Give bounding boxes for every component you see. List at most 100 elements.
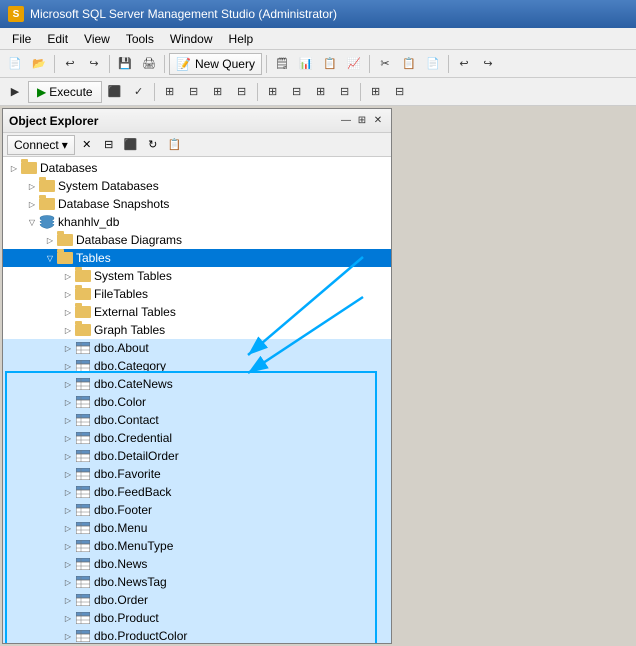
menu-window[interactable]: Window [162,30,221,48]
tb2[interactable]: ⊟ [183,81,205,103]
btn-g[interactable]: 📄 [422,53,444,75]
tree-item-tables[interactable]: ▽Tables [3,249,391,267]
tree-item-dbo-color[interactable]: ▷ dbo.Color [3,393,391,411]
tree-item-dbo-feedback[interactable]: ▷ dbo.FeedBack [3,483,391,501]
btn-b[interactable]: 📊 [295,53,317,75]
btn-h[interactable]: ↩ [453,53,475,75]
open-btn[interactable]: 📂 [28,53,50,75]
tb4[interactable]: ⊟ [231,81,253,103]
tree-item-dbo-order[interactable]: ▷ dbo.Order [3,591,391,609]
tree-item-system-databases[interactable]: ▷System Databases [3,177,391,195]
redo-btn[interactable]: ↪ [83,53,105,75]
tree-item-dbo-newstag[interactable]: ▷ dbo.NewsTag [3,573,391,591]
execute-button[interactable]: ▶ Execute [28,81,102,103]
tree-item-khanhlv-db[interactable]: ▽ khanhlv_db [3,213,391,231]
tb5[interactable]: ⊞ [262,81,284,103]
tb1[interactable]: ⊞ [159,81,181,103]
tree-item-dbo-product[interactable]: ▷ dbo.Product [3,609,391,627]
tree-toggle-dbo-favorite[interactable]: ▷ [61,467,75,481]
debug-btn[interactable]: ▶ [4,81,26,103]
tree-item-dbo-news[interactable]: ▷ dbo.News [3,555,391,573]
tree-item-dbo-menu[interactable]: ▷ dbo.Menu [3,519,391,537]
tree-toggle-dbo-catenews[interactable]: ▷ [61,377,75,391]
tree-item-dbo-footer[interactable]: ▷ dbo.Footer [3,501,391,519]
parse-btn[interactable]: ✓ [128,81,150,103]
tree-toggle-dbo-feedback[interactable]: ▷ [61,485,75,499]
tree-item-databases[interactable]: ▷Databases [3,159,391,177]
tree-item-db-diagrams[interactable]: ▷Database Diagrams [3,231,391,249]
filter-btn[interactable]: ⊟ [99,135,119,155]
tree-item-dbo-contact[interactable]: ▷ dbo.Contact [3,411,391,429]
summary-btn[interactable]: 📋 [165,135,185,155]
tree-item-dbo-category[interactable]: ▷ dbo.Category [3,357,391,375]
tree-toggle-system-tables[interactable]: ▷ [61,269,75,283]
tree-toggle-dbo-news[interactable]: ▷ [61,557,75,571]
tree-toggle-dbo-color[interactable]: ▷ [61,395,75,409]
tree-item-dbo-catenews[interactable]: ▷ dbo.CateNews [3,375,391,393]
tb7[interactable]: ⊞ [310,81,332,103]
tree-toggle-dbo-order[interactable]: ▷ [61,593,75,607]
tree-toggle-dbo-category[interactable]: ▷ [61,359,75,373]
tree-toggle-dbo-detailorder[interactable]: ▷ [61,449,75,463]
tree-toggle-dbo-product[interactable]: ▷ [61,611,75,625]
new-file-btn[interactable]: 📄 [4,53,26,75]
tree-toggle-dbo-credential[interactable]: ▷ [61,431,75,445]
menu-view[interactable]: View [76,30,118,48]
tree-toggle-dbo-contact[interactable]: ▷ [61,413,75,427]
tree-toggle-dbo-footer[interactable]: ▷ [61,503,75,517]
btn-e[interactable]: ✂ [374,53,396,75]
menu-tools[interactable]: Tools [118,30,162,48]
stop-btn[interactable]: ⬛ [104,81,126,103]
tree-toggle-db-diagrams[interactable]: ▷ [43,233,57,247]
tb10[interactable]: ⊟ [389,81,411,103]
btn-c[interactable]: 📋 [319,53,341,75]
save-btn[interactable]: 💾 [114,53,136,75]
btn-d[interactable]: 📈 [343,53,365,75]
tree-container[interactable]: ▷Databases▷System Databases▷Database Sna… [3,157,391,643]
tree-item-file-tables[interactable]: ▷FileTables [3,285,391,303]
tree-toggle-dbo-newstag[interactable]: ▷ [61,575,75,589]
tree-item-graph-tables[interactable]: ▷Graph Tables [3,321,391,339]
tree-item-dbo-credential[interactable]: ▷ dbo.Credential [3,429,391,447]
tree-item-external-tables[interactable]: ▷External Tables [3,303,391,321]
tb6[interactable]: ⊟ [286,81,308,103]
btn-i[interactable]: ↪ [477,53,499,75]
panel-pin-btn[interactable]: — [339,114,353,128]
tree-toggle-db-snapshots[interactable]: ▷ [25,197,39,211]
panel-close-btn[interactable]: ✕ [371,114,385,128]
tree-toggle-graph-tables[interactable]: ▷ [61,323,75,337]
tree-item-db-snapshots[interactable]: ▷Database Snapshots [3,195,391,213]
refresh-btn[interactable]: ↻ [143,135,163,155]
menu-help[interactable]: Help [221,30,262,48]
tree-toggle-dbo-menu[interactable]: ▷ [61,521,75,535]
panel-float-btn[interactable]: ⊞ [355,114,369,128]
tree-toggle-dbo-productcolor[interactable]: ▷ [61,629,75,643]
tree-toggle-databases[interactable]: ▷ [7,161,21,175]
connect-button[interactable]: Connect ▾ [7,135,75,155]
tree-item-dbo-productcolor[interactable]: ▷ dbo.ProductColor [3,627,391,643]
tree-toggle-khanhlv-db[interactable]: ▽ [25,215,39,229]
tb9[interactable]: ⊞ [365,81,387,103]
tree-toggle-system-databases[interactable]: ▷ [25,179,39,193]
btn-a[interactable]: 🗒 [271,53,293,75]
tree-item-system-tables[interactable]: ▷System Tables [3,267,391,285]
tree-toggle-dbo-menutype[interactable]: ▷ [61,539,75,553]
tree-item-dbo-detailorder[interactable]: ▷ dbo.DetailOrder [3,447,391,465]
disconnect-btn[interactable]: ✕ [77,135,97,155]
new-query-button[interactable]: 📝 New Query [169,53,262,75]
tree-toggle-external-tables[interactable]: ▷ [61,305,75,319]
print-btn[interactable]: 🖨 [138,53,160,75]
tree-item-dbo-menutype[interactable]: ▷ dbo.MenuType [3,537,391,555]
tree-item-dbo-favorite[interactable]: ▷ dbo.Favorite [3,465,391,483]
tree-toggle-tables[interactable]: ▽ [43,251,57,265]
tree-toggle-dbo-about[interactable]: ▷ [61,341,75,355]
btn-f[interactable]: 📋 [398,53,420,75]
stop-refresh-btn[interactable]: ⬛ [121,135,141,155]
menu-file[interactable]: File [4,30,39,48]
tree-toggle-file-tables[interactable]: ▷ [61,287,75,301]
menu-edit[interactable]: Edit [39,30,76,48]
tree-item-dbo-about[interactable]: ▷ dbo.About [3,339,391,357]
tb3[interactable]: ⊞ [207,81,229,103]
undo-btn[interactable]: ↩ [59,53,81,75]
tb8[interactable]: ⊟ [334,81,356,103]
